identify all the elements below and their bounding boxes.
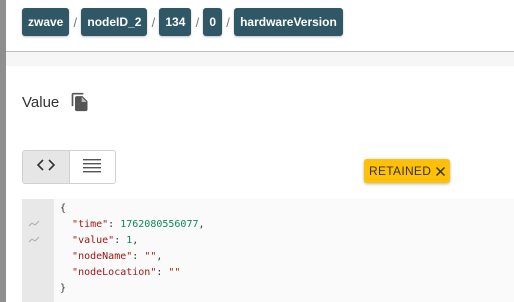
json-key: "time" xyxy=(72,219,109,230)
header-shadow xyxy=(6,52,514,66)
retained-label: RETAINED xyxy=(369,164,432,178)
json-value: "" xyxy=(168,267,181,278)
json-key: "value" xyxy=(72,235,115,246)
lines-icon xyxy=(82,157,102,178)
breadcrumb-separator: / xyxy=(226,14,230,30)
list-view-button[interactable] xyxy=(70,151,116,183)
json-key: "nodeLocation" xyxy=(72,267,157,278)
breadcrumb: zwave / nodeID_2 / 134 / 0 / hardwareVer… xyxy=(22,8,343,36)
json-close-brace: } xyxy=(60,283,67,294)
breadcrumb-separator: / xyxy=(195,14,200,30)
breadcrumb-item-nodeid[interactable]: nodeID_2 xyxy=(81,8,148,36)
copy-icon[interactable] xyxy=(70,92,90,112)
code-view-button[interactable] xyxy=(23,151,70,183)
json-value: 1762080556077 xyxy=(120,219,199,230)
json-key: "nodeName" xyxy=(72,251,133,262)
json-code: { "time": 1762080556077, "value": 1, "no… xyxy=(60,203,205,294)
json-comma: , xyxy=(198,219,205,230)
breadcrumb-item-zwave[interactable]: zwave xyxy=(22,8,70,36)
value-label: Value xyxy=(22,94,60,111)
view-toggle-group xyxy=(22,150,116,184)
fold-marker-icon[interactable] xyxy=(28,236,40,244)
breadcrumb-item-hardwareversion[interactable]: hardwareVersion xyxy=(234,8,343,36)
breadcrumb-item-134[interactable]: 134 xyxy=(159,8,192,36)
json-comma: , xyxy=(156,251,163,262)
breadcrumb-separator: / xyxy=(73,14,78,30)
breadcrumb-separator: / xyxy=(151,14,156,30)
json-open-brace: { xyxy=(60,203,67,214)
retained-badge[interactable]: RETAINED xyxy=(364,159,451,183)
close-icon[interactable] xyxy=(435,166,446,177)
code-icon xyxy=(36,158,56,176)
json-comma: , xyxy=(132,235,139,246)
fold-marker-icon[interactable] xyxy=(28,220,40,228)
breadcrumb-item-0[interactable]: 0 xyxy=(203,8,223,36)
json-value: "" xyxy=(144,251,157,262)
payload-code-view[interactable]: { "time": 1762080556077, "value": 1, "no… xyxy=(22,199,514,302)
left-edge-bar xyxy=(0,0,6,302)
code-gutter xyxy=(22,199,54,302)
